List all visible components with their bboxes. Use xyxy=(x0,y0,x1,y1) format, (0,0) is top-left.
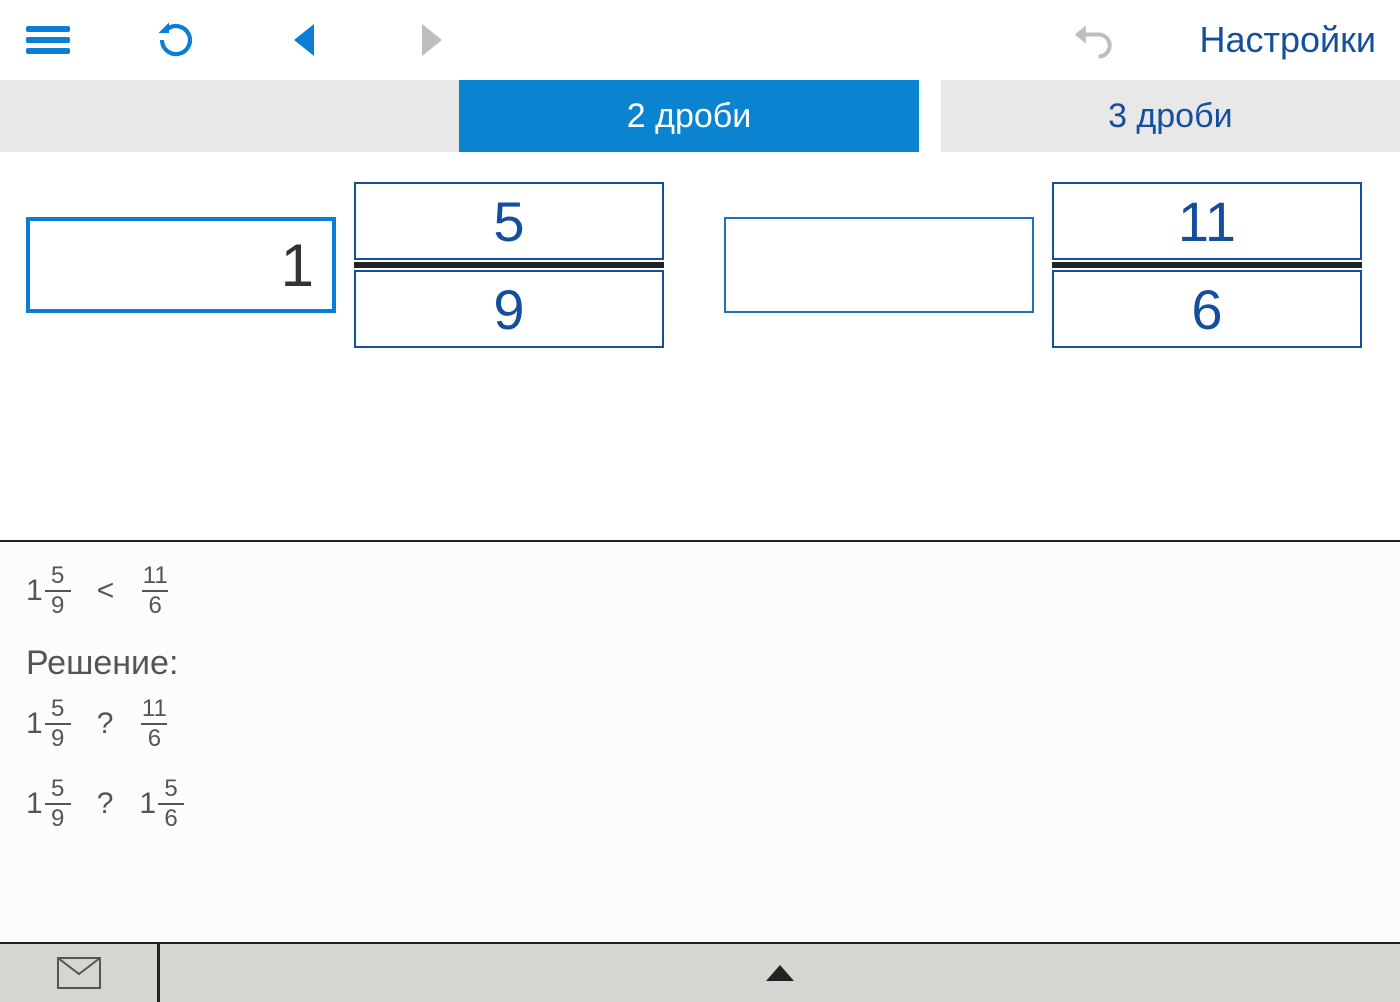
next-button[interactable] xyxy=(408,16,456,64)
solution-step-row: 1 59 ? 1 56 xyxy=(26,777,1374,831)
whole-input-2[interactable] xyxy=(724,217,1034,313)
chevron-up-icon xyxy=(766,965,794,981)
denominator-input-1[interactable]: 9 xyxy=(354,270,664,348)
step-operator: ? xyxy=(91,707,120,741)
fraction-bar xyxy=(354,262,664,268)
answer-right-fraction: 116 xyxy=(140,564,168,618)
solution-answer-row: 1 59 < 116 xyxy=(26,564,1374,618)
undo-button[interactable] xyxy=(1071,16,1119,64)
solution-step-row: 1 59 ? 116 xyxy=(26,697,1374,751)
tab-spacer xyxy=(0,80,459,152)
fraction-1: 1 5 9 xyxy=(26,182,664,348)
step-fraction: 1 59 xyxy=(26,777,71,831)
denominator-input-2[interactable]: 6 xyxy=(1052,270,1362,348)
solution-label: Решение: xyxy=(26,644,1374,683)
numerator-input-2[interactable]: 11 xyxy=(1052,182,1362,260)
step-fraction: 1 59 xyxy=(26,697,71,751)
fraction-input-area: 1 5 9 11 6 xyxy=(0,152,1400,348)
tab-two-fractions[interactable]: 2 дроби xyxy=(459,80,918,152)
expand-button[interactable] xyxy=(160,944,1400,1002)
tab-three-fractions[interactable]: 3 дроби xyxy=(941,80,1400,152)
prev-button[interactable] xyxy=(280,16,328,64)
reload-button[interactable] xyxy=(152,16,200,64)
fraction-bar xyxy=(1052,262,1362,268)
bottom-bar xyxy=(0,942,1400,1002)
solution-panel: 1 59 < 116 Решение: 1 59 ? 116 1 59 ? 1 … xyxy=(0,540,1400,942)
menu-button[interactable] xyxy=(24,16,72,64)
numerator-input-1[interactable]: 5 xyxy=(354,182,664,260)
answer-operator: < xyxy=(91,574,121,608)
undo-icon xyxy=(1073,18,1117,62)
mail-icon xyxy=(57,957,101,989)
reload-icon xyxy=(155,19,197,61)
chevron-right-icon xyxy=(419,24,445,56)
menu-icon xyxy=(26,21,70,59)
settings-link[interactable]: Настройки xyxy=(1199,19,1376,61)
fraction-2: 11 6 xyxy=(724,182,1362,348)
chevron-left-icon xyxy=(291,24,317,56)
step-operator: ? xyxy=(91,787,120,821)
step-fraction: 1 56 xyxy=(139,777,184,831)
answer-left-fraction: 1 59 xyxy=(26,564,71,618)
tab-bar: 2 дроби 3 дроби xyxy=(0,80,1400,152)
toolbar: Настройки xyxy=(0,0,1400,80)
whole-input-1[interactable]: 1 xyxy=(26,217,336,313)
step-fraction: 116 xyxy=(139,697,167,751)
mail-button[interactable] xyxy=(0,944,160,1002)
